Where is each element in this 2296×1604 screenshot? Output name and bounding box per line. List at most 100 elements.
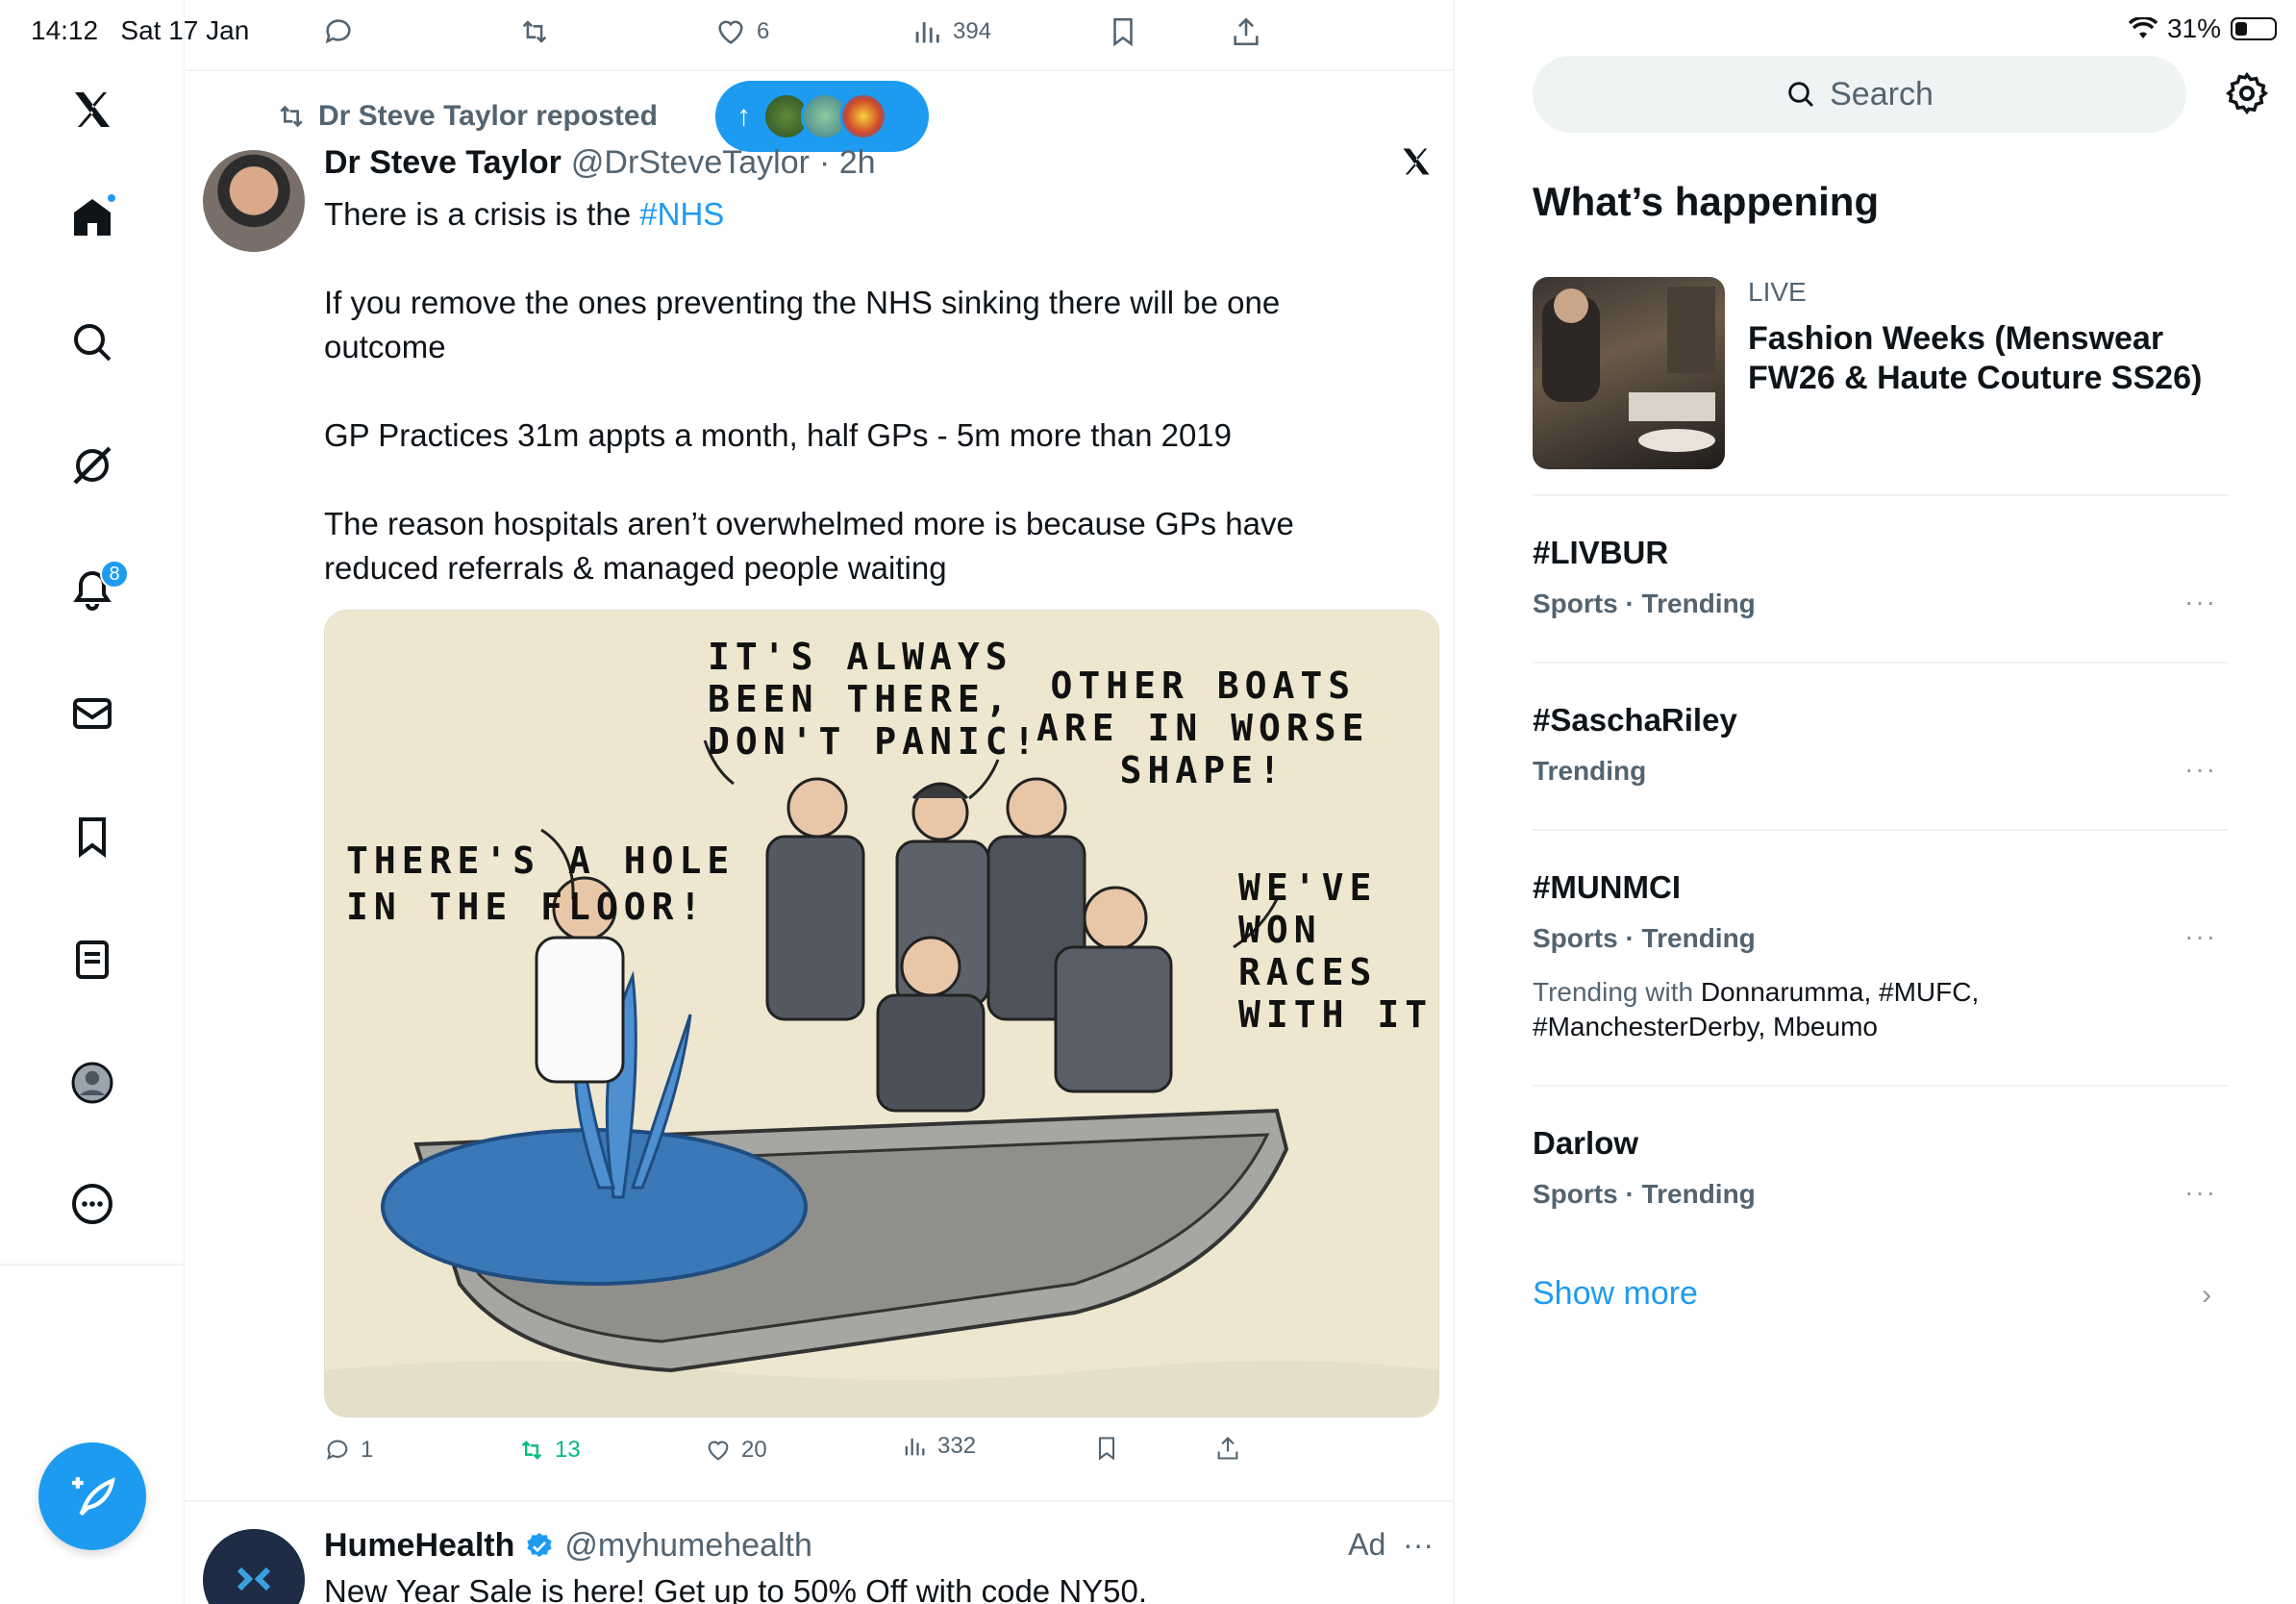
repost-icon	[521, 1441, 542, 1460]
share-icon	[1234, 17, 1259, 46]
repost-indicator[interactable]: Dr Steve Taylor reposted	[276, 100, 658, 133]
right-sidebar: Search What’s happening LIVE Fashion Wee…	[1456, 0, 2296, 1604]
notifications-badge: 8	[100, 560, 129, 589]
heart-icon	[718, 20, 743, 44]
search-icon[interactable]	[63, 313, 121, 371]
ad-post[interactable]: HumeHealth @myhumehealth Ad ··· New Year…	[186, 1500, 1453, 1604]
author-avatar[interactable]	[203, 150, 305, 252]
repost-button-prev[interactable]	[518, 15, 551, 48]
home-icon[interactable]	[63, 188, 121, 246]
ad-author[interactable]: HumeHealth @myhumehealth	[324, 1527, 812, 1565]
like-button[interactable]: 20	[705, 1437, 767, 1464]
show-more-link[interactable]: Show more	[1533, 1275, 1698, 1313]
views-icon	[915, 22, 939, 43]
speech-bubble-hole: THERE'S A HOLE IN THE FLOOR!	[346, 840, 736, 928]
reply-button[interactable]: 1	[324, 1437, 373, 1464]
repost-icon	[522, 20, 547, 43]
trend-category: Sports · Trending	[1533, 923, 1756, 953]
repost-button[interactable]: 13	[518, 1437, 581, 1464]
author-name[interactable]: Dr Steve Taylor	[324, 144, 562, 182]
x-logo-icon	[1399, 144, 1434, 184]
tweet-time[interactable]: · 2h	[819, 144, 876, 182]
trend-name[interactable]: Darlow	[1533, 1125, 1638, 1162]
trending-with-label: Trending with	[1533, 977, 1694, 1007]
search-input[interactable]: Search	[1533, 56, 2186, 133]
tweet-actions: 1 13 20 332	[324, 1433, 1439, 1475]
profile-icon[interactable]	[63, 1054, 121, 1112]
trend-name[interactable]: #MUNMCI	[1533, 869, 1681, 906]
new-posts-pill[interactable]: ↑	[715, 81, 929, 152]
new-post-avatar	[839, 92, 887, 140]
like-count-prev: 6	[757, 18, 770, 44]
messages-icon[interactable]	[63, 685, 121, 742]
trend-name[interactable]: #LIVBUR	[1533, 535, 1668, 571]
ad-label: Ad ···	[1348, 1527, 1434, 1563]
live-event-title[interactable]: Fashion Weeks (Menswear FW26 & Haute Cou…	[1748, 319, 2229, 398]
x-logo-icon[interactable]	[63, 81, 121, 138]
share-button-prev[interactable]	[1230, 15, 1262, 48]
bookmarks-icon[interactable]	[63, 808, 121, 865]
ad-name[interactable]: HumeHealth	[324, 1527, 514, 1565]
compose-post-button[interactable]	[38, 1442, 146, 1550]
like-count: 20	[741, 1437, 767, 1463]
heart-icon	[708, 1441, 729, 1461]
more-options-icon[interactable]: ···	[2184, 921, 2217, 952]
trend-item[interactable]: #MUNMCI Sports · Trending ··· Trending w…	[1533, 829, 2229, 1085]
live-event-card[interactable]: LIVE Fashion Weeks (Menswear FW26 & Haut…	[1533, 277, 2229, 492]
trend-name[interactable]: #SaschaRiley	[1533, 702, 1737, 739]
tweet-line1: There is a crisis is the	[324, 196, 640, 232]
bookmark-button-prev[interactable]	[1107, 15, 1139, 48]
grok-icon[interactable]	[63, 437, 121, 494]
ad-handle[interactable]: @myhumehealth	[564, 1527, 812, 1565]
notifications-icon[interactable]: 8	[63, 560, 129, 619]
tweet-paragraph: The reason hospitals aren’t overwhelmed …	[324, 506, 1294, 586]
trend-item[interactable]: Darlow Sports · Trending ···	[1533, 1085, 2229, 1252]
settings-gear-icon[interactable]	[2225, 71, 2269, 120]
view-count: 332	[937, 1433, 977, 1459]
live-label: LIVE	[1748, 277, 1807, 307]
ad-avatar[interactable]	[203, 1529, 305, 1604]
trend-item[interactable]: #SaschaRiley Trending ···	[1533, 662, 2229, 829]
bookmark-icon	[1113, 17, 1133, 47]
like-button-prev[interactable]: 6	[714, 15, 769, 48]
view-count-prev: 394	[953, 18, 992, 44]
reply-button-prev[interactable]	[322, 15, 364, 48]
whats-happening-title: What’s happening	[1533, 179, 1880, 224]
live-event-thumbnail	[1533, 277, 1725, 469]
views-button-prev[interactable]: 394	[911, 15, 991, 48]
nav-divider	[0, 1264, 185, 1266]
tweet-text: There is a crisis is the #NHS If you rem…	[324, 192, 1343, 635]
author-handle[interactable]: @DrSteveTaylor	[571, 144, 810, 182]
trend-item[interactable]: #LIVBUR Sports · Trending ···	[1533, 494, 2229, 662]
more-options-icon[interactable]: ···	[1403, 1527, 1434, 1562]
more-options-icon[interactable]	[63, 1175, 121, 1233]
trend-category: Trending	[1533, 756, 1647, 786]
verified-badge-icon	[527, 1532, 553, 1557]
left-navigation: 8	[0, 0, 185, 1604]
views-button[interactable]: 332	[901, 1433, 976, 1460]
more-options-icon[interactable]: ···	[2184, 587, 2217, 617]
speech-bubble-won-races: WE'VE WON RACES WITH IT!	[1238, 866, 1438, 1036]
repost-icon	[280, 105, 303, 128]
hashtag-link[interactable]: #NHS	[639, 196, 724, 232]
reply-icon	[325, 19, 351, 44]
more-options-icon[interactable]: ···	[2184, 754, 2217, 785]
previous-post-actions: 6 394	[186, 0, 1453, 71]
compose-feather-icon	[72, 1477, 115, 1516]
repost-count: 13	[555, 1437, 581, 1463]
search-icon	[1788, 82, 1814, 108]
home-unread-dot	[106, 192, 117, 204]
tweet-author[interactable]: Dr Steve Taylor @DrSteveTaylor · 2h	[324, 144, 876, 182]
lists-icon[interactable]	[63, 931, 121, 989]
share-icon	[1217, 1437, 1238, 1460]
tweet-image[interactable]: IT'S ALWAYS BEEN THERE, DON'T PANIC! OTH…	[324, 610, 1439, 1417]
bookmark-button[interactable]	[1093, 1435, 1120, 1462]
share-button[interactable]	[1214, 1435, 1241, 1462]
more-options-icon[interactable]: ···	[2184, 1177, 2217, 1208]
chevron-right-icon[interactable]: ›	[2202, 1279, 2211, 1312]
trending-with: Trending with Donnarumma, #MUFC, #Manche…	[1533, 975, 2071, 1044]
ad-label-text: Ad	[1348, 1527, 1386, 1562]
speech-bubble-always-there: IT'S ALWAYS BEEN THERE, DON'T PANIC!	[708, 636, 1041, 763]
tweet-paragraph: GP Practices 31m appts a month, half GPs…	[324, 417, 1233, 453]
trend-category: Sports · Trending	[1533, 589, 1756, 618]
